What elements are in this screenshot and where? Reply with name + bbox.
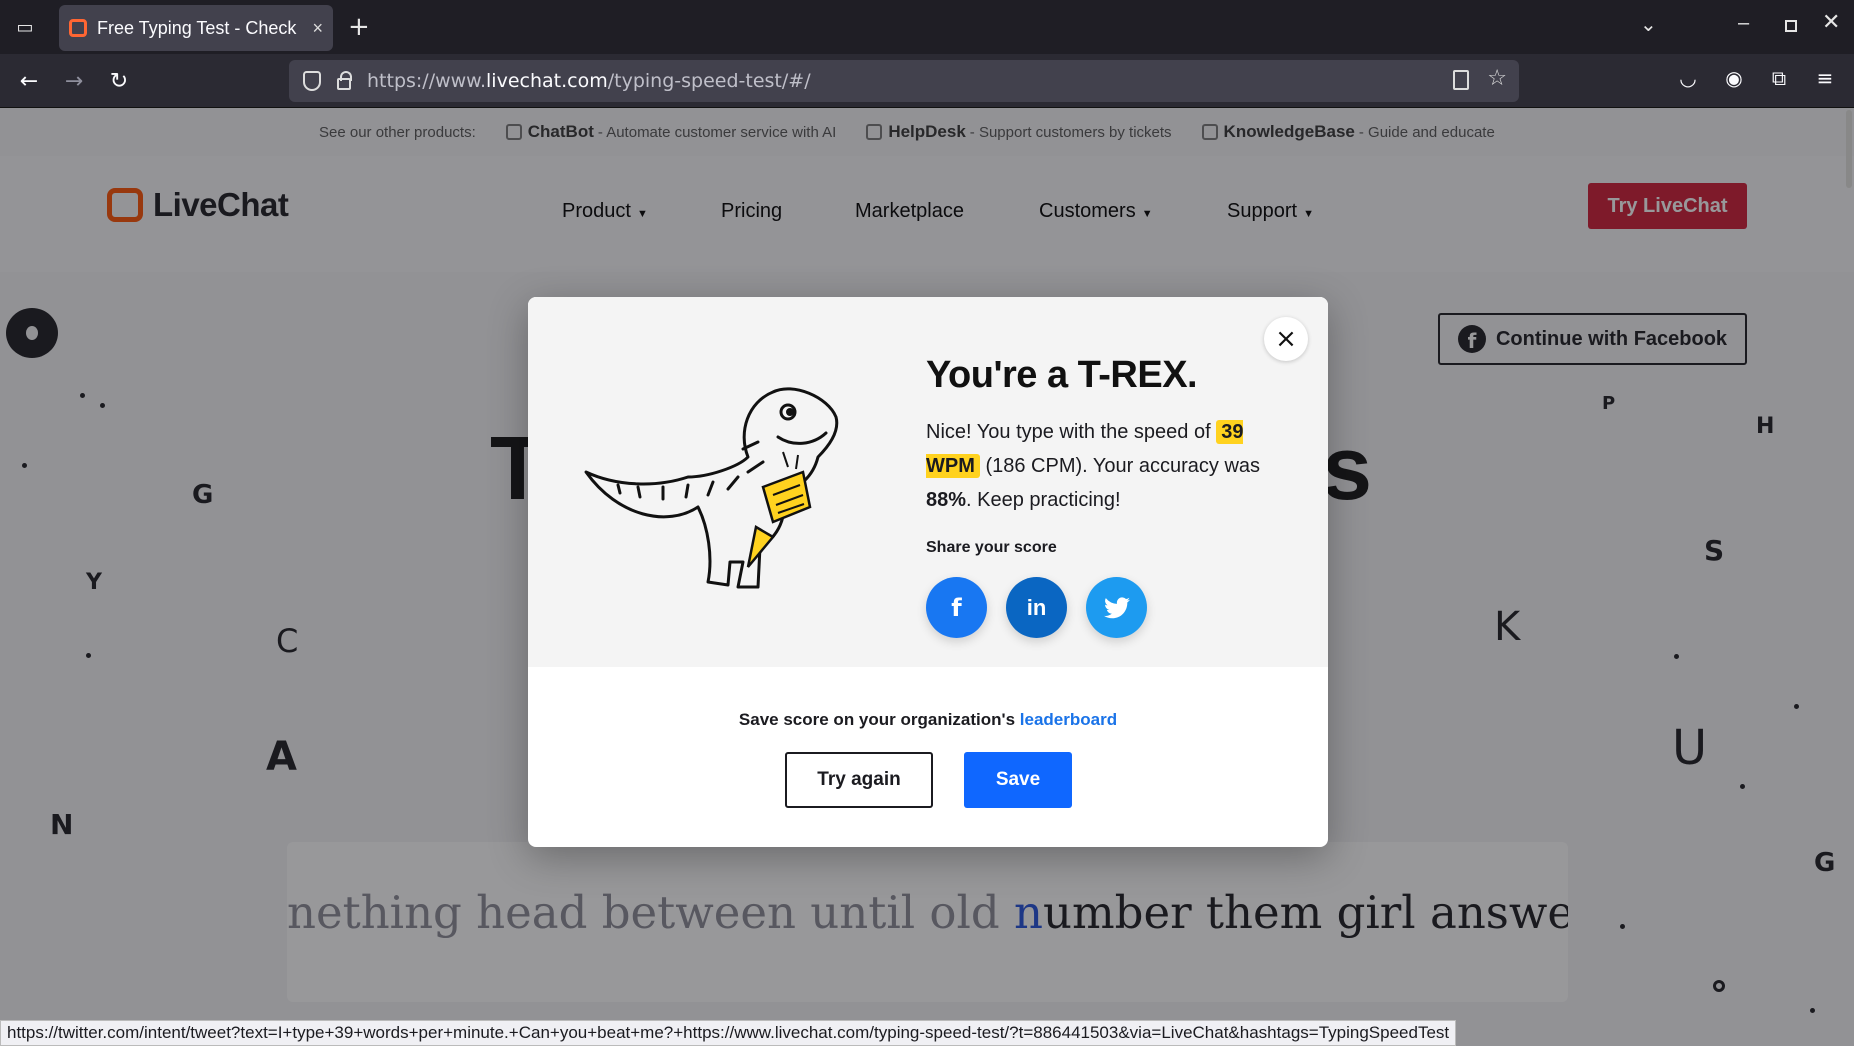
browser-tab[interactable]: Free Typing Test - Check × xyxy=(59,5,333,51)
facebook-icon: f xyxy=(951,593,962,622)
livechat-favicon-icon xyxy=(69,19,87,37)
result-title: You're a T-REX. xyxy=(926,354,1198,396)
save-button[interactable]: Save xyxy=(964,752,1072,808)
try-again-button[interactable]: Try again xyxy=(785,752,933,808)
forward-arrow-icon[interactable]: → xyxy=(57,64,91,98)
close-icon[interactable]: × xyxy=(1264,317,1308,361)
linkedin-icon: in xyxy=(1026,594,1047,620)
share-linkedin-button[interactable]: in xyxy=(1006,577,1067,638)
reload-icon[interactable]: ↻ xyxy=(102,64,136,98)
browser-tab-bar: ▭ Free Typing Test - Check × + ⌄ – ✕ xyxy=(0,0,1854,54)
new-tab-button[interactable]: + xyxy=(348,12,370,42)
lock-icon[interactable] xyxy=(337,71,352,90)
share-facebook-button[interactable]: f xyxy=(926,577,987,638)
save-score-note: Save score on your organization's leader… xyxy=(738,710,1118,729)
tab-title: Free Typing Test - Check xyxy=(97,17,297,38)
leaderboard-link[interactable]: leaderboard xyxy=(1020,710,1117,729)
status-bar-url: https://twitter.com/intent/tweet?text=I+… xyxy=(0,1020,1457,1046)
accuracy-value: 88% xyxy=(926,489,967,511)
close-window-button[interactable]: ✕ xyxy=(1822,10,1840,35)
back-arrow-icon[interactable]: ← xyxy=(12,64,46,98)
result-text: Nice! You type with the speed of 39 WPM … xyxy=(926,420,1261,511)
tab-list-icon[interactable]: ▭ xyxy=(12,14,38,40)
bookmark-star-icon[interactable]: ☆ xyxy=(1487,66,1507,91)
maximize-window-button[interactable] xyxy=(1785,20,1797,32)
minimize-window-button[interactable]: – xyxy=(1738,12,1749,35)
tab-close-icon[interactable]: × xyxy=(312,18,323,39)
menu-hamburger-icon[interactable]: ≡ xyxy=(1810,66,1840,90)
trex-illustration xyxy=(584,387,839,589)
share-label: Share your score xyxy=(926,539,1057,556)
page-scrollbar[interactable] xyxy=(1846,110,1852,188)
tab-overflow-chevron-icon[interactable]: ⌄ xyxy=(1640,12,1657,36)
reader-view-icon[interactable] xyxy=(1453,70,1469,90)
share-twitter-button[interactable] xyxy=(1086,577,1147,638)
result-modal: × You're a T-REX. Nice! You type with th… xyxy=(528,297,1328,847)
extensions-icon[interactable]: ⧉ xyxy=(1764,66,1794,90)
tracking-shield-icon[interactable] xyxy=(303,71,321,91)
browser-nav-bar: ← → ↻ https://www.livechat.com/typing-sp… xyxy=(0,54,1854,108)
account-icon[interactable]: ◉ xyxy=(1719,66,1749,90)
pocket-icon[interactable]: ◡ xyxy=(1673,66,1703,90)
url-text[interactable]: https://www.livechat.com/typing-speed-te… xyxy=(367,70,811,92)
twitter-bird-icon xyxy=(1103,596,1130,618)
url-bar[interactable]: https://www.livechat.com/typing-speed-te… xyxy=(289,60,1519,102)
result-panel: × You're a T-REX. Nice! You type with th… xyxy=(528,297,1328,667)
